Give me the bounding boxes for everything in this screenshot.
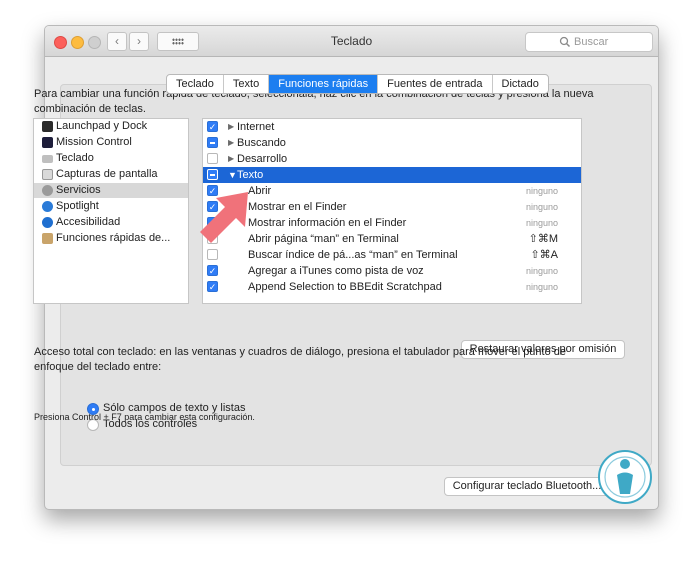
service-checkbox[interactable]: ✓ (207, 281, 218, 292)
service-group-row[interactable]: ✓ ▶ Internet (203, 119, 581, 135)
accessibility-icon (42, 217, 53, 228)
service-label: Append Selection to BBEdit Scratchpad (248, 281, 442, 293)
service-row[interactable]: Abrir página “man” en Terminal ⇧⌘M (203, 231, 581, 247)
services-gear-icon (42, 185, 53, 196)
disclosure-triangle-icon[interactable]: ▼ (228, 167, 237, 183)
service-shortcut[interactable]: ninguno (526, 263, 558, 279)
screenshot-icon (42, 169, 53, 180)
service-row[interactable]: ✓ Mostrar información en el Finder ningu… (203, 215, 581, 231)
spotlight-icon (42, 201, 53, 212)
tab-dictado[interactable]: Dictado (493, 75, 548, 93)
tab-funciones-rapidas[interactable]: Funciones rápidas (269, 75, 379, 93)
service-label: Mostrar información en el Finder (248, 217, 407, 229)
category-capturas[interactable]: Capturas de pantalla (34, 167, 188, 182)
category-mission-control[interactable]: Mission Control (34, 135, 188, 150)
search-icon (559, 36, 571, 48)
service-label: Internet (237, 121, 275, 133)
service-checkbox[interactable]: ✓ (207, 265, 218, 276)
category-label: Funciones rápidas de... (56, 232, 171, 244)
full-keyboard-access-text: Acceso total con teclado: en las ventana… (34, 346, 567, 373)
service-group-row[interactable]: ▶ Desarrollo (203, 151, 581, 167)
keyboard-icon (42, 155, 53, 163)
service-label: Buscando (237, 137, 286, 149)
category-label: Mission Control (56, 136, 132, 148)
service-group-row-selected[interactable]: ▼ Texto (203, 167, 581, 183)
service-row[interactable]: Buscar índice de pá...as “man” en Termin… (203, 247, 581, 263)
service-checkbox[interactable] (207, 137, 218, 148)
tab-fuentes-de-entrada[interactable]: Fuentes de entrada (378, 75, 493, 93)
tab-texto[interactable]: Texto (224, 75, 270, 93)
mission-control-icon (42, 137, 53, 148)
services-list: ✓ ▶ Internet ▶ Buscando ▶ Desarrollo ▼ T… (202, 118, 582, 304)
category-funciones-rapidas-apps[interactable]: Funciones rápidas de... (34, 231, 188, 246)
service-group-row[interactable]: ▶ Buscando (203, 135, 581, 151)
service-shortcut[interactable]: ninguno (526, 279, 558, 295)
service-row[interactable]: ✓ Append Selection to BBEdit Scratchpad … (203, 279, 581, 295)
tab-bar: Teclado Texto Funciones rápidas Fuentes … (166, 74, 549, 94)
title-bar: ‹ › Teclado Buscar (45, 26, 658, 57)
service-checkbox[interactable] (207, 169, 218, 180)
keyboard-hint-text: Presiona Control + F7 para cambiar esta … (34, 412, 255, 422)
service-shortcut[interactable]: ninguno (526, 183, 558, 199)
service-label: Texto (237, 169, 264, 181)
search-field[interactable]: Buscar (525, 32, 653, 52)
service-shortcut[interactable]: ninguno (526, 215, 558, 231)
category-accesibilidad[interactable]: Accesibilidad (34, 215, 188, 230)
service-shortcut[interactable]: ⇧⌘A (530, 247, 558, 263)
service-shortcut[interactable]: ⇧⌘M (529, 231, 558, 247)
watermark-logo-icon (598, 450, 652, 504)
category-servicios[interactable]: Servicios (34, 183, 188, 198)
service-row[interactable]: ✓ Abrir ninguno (203, 183, 581, 199)
service-label: Mostrar en el Finder (248, 201, 347, 213)
disclosure-triangle-icon[interactable]: ▶ (228, 135, 234, 151)
service-label: Desarrollo (237, 153, 288, 165)
service-checkbox[interactable] (207, 153, 218, 164)
disclosure-triangle-icon[interactable]: ▶ (228, 119, 234, 135)
category-spotlight[interactable]: Spotlight (34, 199, 188, 214)
category-label: Teclado (56, 152, 94, 164)
category-label: Accesibilidad (56, 216, 121, 228)
category-label: Launchpad y Dock (56, 120, 148, 132)
search-placeholder: Buscar (574, 36, 609, 48)
service-label: Agregar a iTunes como pista de voz (248, 265, 424, 277)
service-label: Abrir página “man” en Terminal (248, 233, 399, 245)
setup-bluetooth-keyboard-button[interactable]: Configurar teclado Bluetooth... (444, 477, 610, 496)
category-list: Launchpad y Dock Mission Control Teclado… (33, 118, 189, 304)
service-checkbox[interactable]: ✓ (207, 121, 218, 132)
service-row[interactable]: ✓ Agregar a iTunes como pista de voz nin… (203, 263, 581, 279)
service-row-partial (203, 303, 581, 304)
category-launchpad-dock[interactable]: Launchpad y Dock (34, 119, 188, 134)
service-row[interactable]: ✓ Mostrar en el Finder ninguno (203, 199, 581, 215)
category-label: Servicios (56, 184, 101, 196)
service-label: Abrir (248, 185, 272, 197)
category-label: Capturas de pantalla (56, 168, 158, 180)
app-shortcuts-icon (42, 233, 53, 244)
service-checkbox[interactable] (207, 249, 218, 260)
tab-teclado[interactable]: Teclado (167, 75, 224, 93)
launchpad-dock-icon (42, 121, 53, 132)
pointer-arrow-icon (200, 192, 248, 243)
category-teclado[interactable]: Teclado (34, 151, 188, 166)
service-label: Buscar índice de pá...as “man” en Termin… (248, 249, 458, 261)
service-shortcut[interactable]: ninguno (526, 199, 558, 215)
disclosure-triangle-icon[interactable]: ▶ (228, 151, 234, 167)
category-label: Spotlight (56, 200, 99, 212)
